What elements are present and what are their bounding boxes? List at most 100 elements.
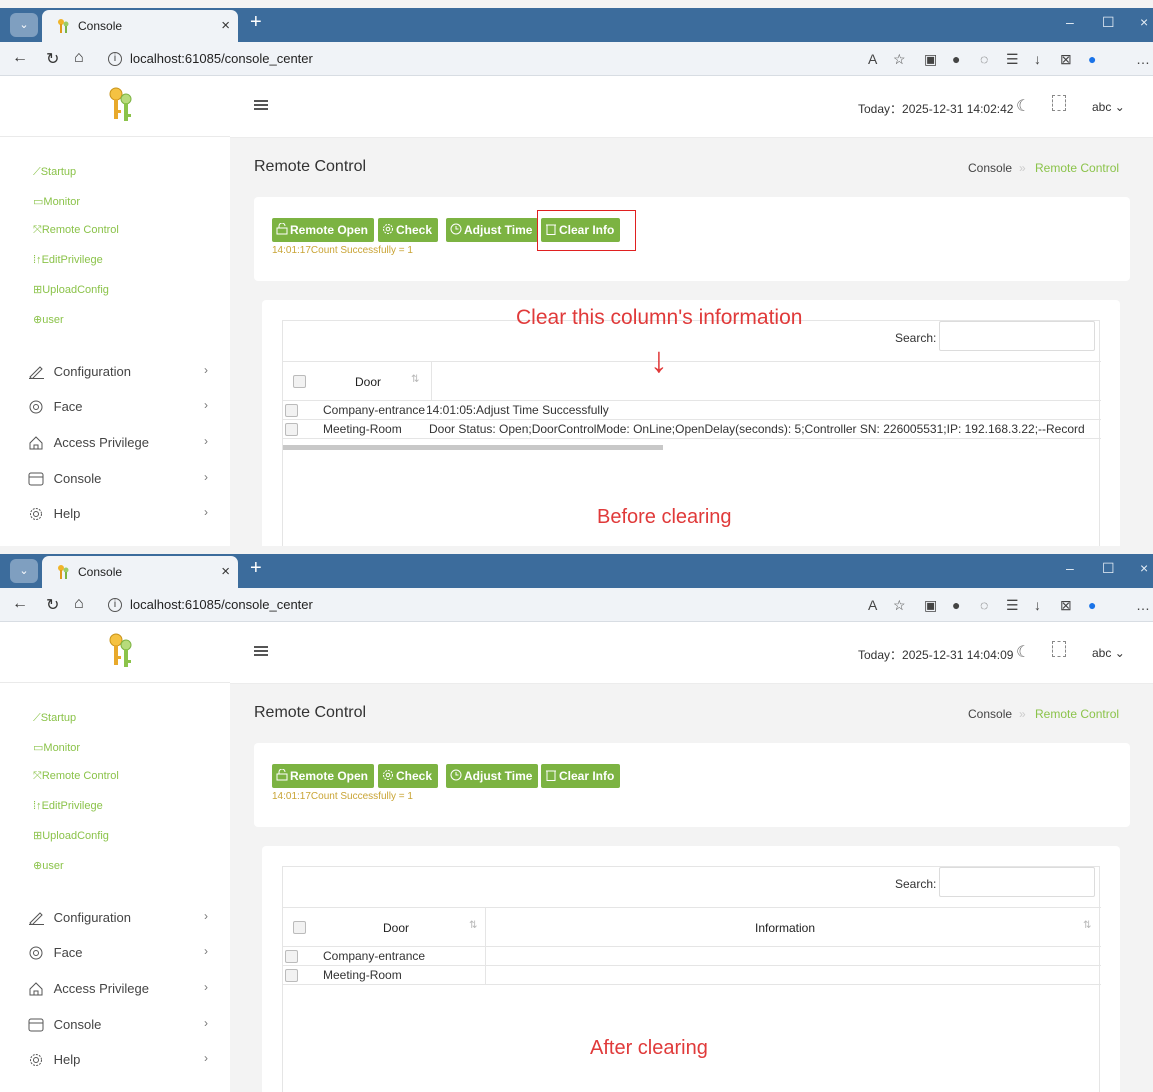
sidebar-item-monitor[interactable]: ▭Monitor bbox=[33, 195, 80, 208]
table-row[interactable]: Meeting-Room Door Status: Open;DoorContro… bbox=[283, 420, 1101, 439]
row-checkbox[interactable] bbox=[285, 969, 298, 982]
check-button[interactable]: Check bbox=[378, 218, 439, 242]
sidebar-item-remote-control[interactable]: ⤧Remote Control bbox=[33, 224, 119, 237]
sidebar-item-editprivilege[interactable]: ⁞↑EditPrivilege bbox=[33, 254, 103, 266]
horizontal-scrollbar[interactable] bbox=[283, 445, 663, 450]
sidebar-item-access-privilege[interactable]: Access Privilege › bbox=[28, 980, 218, 996]
minimize-icon[interactable]: – bbox=[1066, 560, 1074, 576]
tab-actions-menu-icon[interactable]: ⌄ bbox=[10, 559, 38, 583]
sidebar-item-help[interactable]: Help › bbox=[28, 505, 218, 521]
refresh-icon[interactable]: ↻ bbox=[46, 49, 59, 69]
search-input[interactable] bbox=[939, 321, 1095, 351]
sidebar-item-remote-control[interactable]: ⤧Remote Control bbox=[33, 770, 119, 783]
sidebar-item-editprivilege[interactable]: ⁞↑EditPrivilege bbox=[33, 800, 103, 812]
browser-tab[interactable]: Console × bbox=[42, 556, 238, 588]
menu-toggle-icon[interactable] bbox=[254, 646, 268, 657]
fullscreen-icon[interactable] bbox=[1052, 641, 1066, 657]
select-all-checkbox[interactable] bbox=[293, 375, 306, 388]
row-checkbox[interactable] bbox=[285, 950, 298, 963]
check-button[interactable]: Check bbox=[378, 764, 439, 788]
back-icon[interactable]: ← bbox=[12, 595, 28, 613]
sidebar-item-configuration[interactable]: Configuration › bbox=[28, 363, 218, 379]
sidebar-item-user[interactable]: ⊕user bbox=[33, 859, 64, 872]
more-options-icon[interactable]: … bbox=[1136, 51, 1150, 67]
downloads-icon[interactable]: ↓ bbox=[1034, 51, 1041, 67]
sidebar-item-face[interactable]: Face › bbox=[28, 944, 218, 960]
browser-essentials-icon[interactable]: ◌ bbox=[980, 51, 988, 67]
favorites-icon[interactable]: ☰ bbox=[1006, 597, 1019, 614]
clear-info-button[interactable]: Clear Info bbox=[541, 764, 621, 788]
sidebar-item-uploadconfig[interactable]: ⊞UploadConfig bbox=[33, 829, 109, 842]
sort-icon[interactable]: ⇅ bbox=[469, 920, 477, 931]
dark-mode-icon[interactable]: ☾ bbox=[1016, 96, 1030, 116]
screenshot-icon[interactable]: ⊠ bbox=[1060, 597, 1072, 614]
favorites-icon[interactable]: ☰ bbox=[1006, 51, 1019, 68]
sidebar-item-configuration[interactable]: Configuration › bbox=[28, 909, 218, 925]
more-options-icon[interactable]: … bbox=[1136, 597, 1150, 613]
read-aloud-icon[interactable]: A bbox=[868, 51, 877, 67]
sidebar-item-monitor[interactable]: ▭Monitor bbox=[33, 741, 80, 754]
extension-icon[interactable]: ▣ bbox=[924, 51, 937, 68]
extension-icon[interactable]: ▣ bbox=[924, 597, 937, 614]
breadcrumb-console[interactable]: Console bbox=[968, 161, 1012, 175]
sort-icon[interactable]: ⇅ bbox=[1083, 920, 1091, 931]
tab-close-icon[interactable]: × bbox=[221, 563, 230, 580]
url-field[interactable]: i localhost:61085/console_center bbox=[96, 593, 856, 617]
table-row[interactable]: Company-entrance 14:01:05:Adjust Time Suc… bbox=[283, 401, 1101, 420]
refresh-icon[interactable]: ↻ bbox=[46, 595, 59, 615]
user-menu[interactable]: abc ⌄ bbox=[1092, 100, 1125, 114]
sidebar-item-startup[interactable]: ⟋Startup bbox=[33, 166, 76, 179]
remote-open-button[interactable]: Remote Open bbox=[272, 764, 375, 788]
screenshot-icon[interactable]: ⊠ bbox=[1060, 51, 1072, 68]
sidebar-item-uploadconfig[interactable]: ⊞UploadConfig bbox=[33, 283, 109, 296]
sidebar-item-help[interactable]: Help › bbox=[28, 1051, 218, 1067]
home-icon[interactable]: ⌂ bbox=[74, 49, 84, 67]
maximize-icon[interactable]: ☐ bbox=[1102, 560, 1115, 577]
sort-icon[interactable]: ⇅ bbox=[411, 374, 419, 385]
remote-open-button[interactable]: Remote Open bbox=[272, 218, 375, 242]
site-info-icon[interactable]: i bbox=[108, 52, 122, 66]
close-window-icon[interactable]: × bbox=[1140, 14, 1148, 30]
url-field[interactable]: i localhost:61085/console_center bbox=[96, 47, 856, 71]
column-header-information[interactable]: Information bbox=[755, 921, 815, 935]
maximize-icon[interactable]: ☐ bbox=[1102, 14, 1115, 31]
site-info-icon[interactable]: i bbox=[108, 598, 122, 612]
table-row[interactable]: Meeting-Room bbox=[283, 966, 1101, 985]
row-checkbox[interactable] bbox=[285, 404, 298, 417]
favorite-star-icon[interactable]: ☆ bbox=[893, 51, 906, 68]
select-all-checkbox[interactable] bbox=[293, 921, 306, 934]
minimize-icon[interactable]: – bbox=[1066, 14, 1074, 30]
adjust-time-button[interactable]: Adjust Time bbox=[446, 764, 539, 788]
back-icon[interactable]: ← bbox=[12, 49, 28, 67]
sidebar-item-face[interactable]: Face › bbox=[28, 398, 218, 414]
tab-actions-menu-icon[interactable]: ⌄ bbox=[10, 13, 38, 37]
sidebar-item-user[interactable]: ⊕user bbox=[33, 313, 64, 326]
sidebar-item-console[interactable]: Console › bbox=[28, 1016, 218, 1032]
profile-icon[interactable]: ● bbox=[1088, 51, 1096, 67]
breadcrumb-console[interactable]: Console bbox=[968, 707, 1012, 721]
extension-globe-icon[interactable]: ● bbox=[952, 597, 960, 613]
adjust-time-button[interactable]: Adjust Time bbox=[446, 218, 539, 242]
favorite-star-icon[interactable]: ☆ bbox=[893, 597, 906, 614]
home-icon[interactable]: ⌂ bbox=[74, 595, 84, 613]
menu-toggle-icon[interactable] bbox=[254, 100, 268, 111]
browser-tab[interactable]: Console × bbox=[42, 10, 238, 42]
new-tab-icon[interactable]: + bbox=[250, 557, 262, 580]
downloads-icon[interactable]: ↓ bbox=[1034, 597, 1041, 613]
column-header-door[interactable]: Door bbox=[383, 921, 409, 935]
browser-essentials-icon[interactable]: ◌ bbox=[980, 597, 988, 613]
row-checkbox[interactable] bbox=[285, 423, 298, 436]
sidebar-item-console[interactable]: Console › bbox=[28, 470, 218, 486]
read-aloud-icon[interactable]: A bbox=[868, 597, 877, 613]
sidebar-item-startup[interactable]: ⟋Startup bbox=[33, 712, 76, 725]
profile-icon[interactable]: ● bbox=[1088, 597, 1096, 613]
close-window-icon[interactable]: × bbox=[1140, 560, 1148, 576]
dark-mode-icon[interactable]: ☾ bbox=[1016, 642, 1030, 662]
extension-globe-icon[interactable]: ● bbox=[952, 51, 960, 67]
table-row[interactable]: Company-entrance bbox=[283, 947, 1101, 966]
column-header-door[interactable]: Door bbox=[355, 375, 381, 389]
tab-close-icon[interactable]: × bbox=[221, 17, 230, 34]
fullscreen-icon[interactable] bbox=[1052, 95, 1066, 111]
new-tab-icon[interactable]: + bbox=[250, 11, 262, 34]
user-menu[interactable]: abc ⌄ bbox=[1092, 646, 1125, 660]
